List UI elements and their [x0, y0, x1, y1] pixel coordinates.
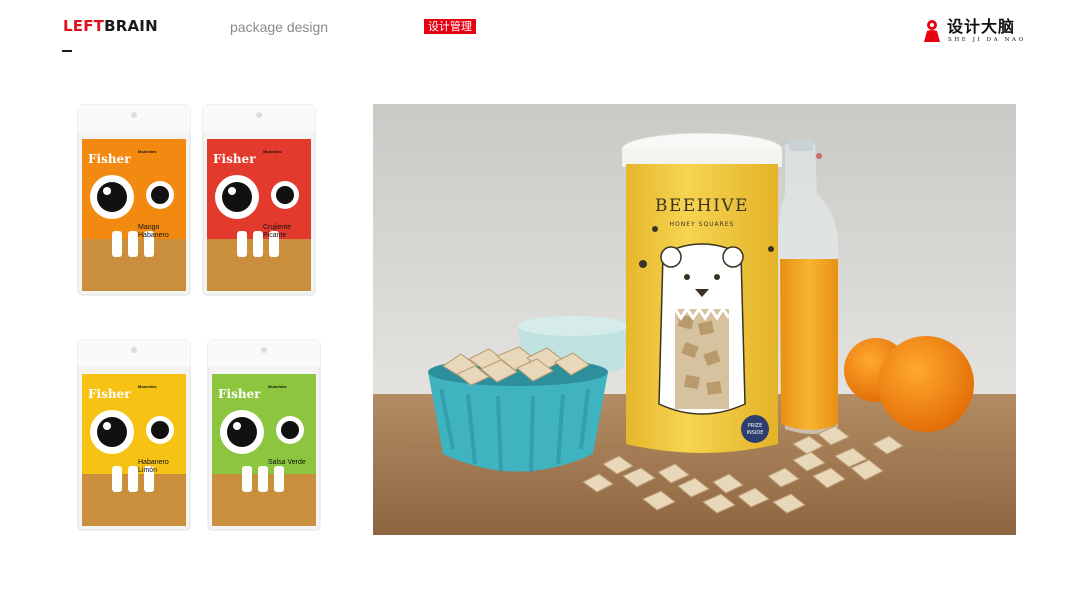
snack-bag: Fisher Munchies HabaneroLimón	[77, 339, 191, 531]
bag-flavor-1: Salsa Verde	[268, 459, 306, 466]
bag-flavor-2: Limón	[138, 467, 157, 474]
brand-underline	[62, 50, 72, 52]
bag-flavor-1: Mango	[138, 224, 160, 231]
bag-flavor-1: Habanero	[138, 459, 169, 466]
snack-bag: Fisher Munchies CrujientePicante	[202, 104, 316, 296]
bag-flavor-1: Crujiente	[263, 224, 291, 231]
bag-brand: Fisher	[88, 152, 131, 166]
snack-bag: Fisher Munchies MangoHabanero	[77, 104, 191, 296]
beehive-title: BEEHIVE	[655, 196, 749, 216]
page-subtitle: package design	[230, 19, 329, 35]
logo-text: 设计大脑	[947, 17, 1016, 36]
logo-subtext: SHE JI DA NAO	[948, 37, 1026, 43]
bag-brand: Fisher	[218, 387, 261, 401]
snack-bags-photo: FisherMunchiesMangoHabanero FisherMunchi…	[70, 100, 332, 536]
bag-brand: Fisher	[213, 152, 256, 166]
badge-line2: INSIDE	[747, 430, 764, 436]
beehive-sub: HONEY SQUARES	[670, 221, 735, 228]
bag-munchies: Munchies	[263, 149, 282, 154]
brand-right: BRAIN	[104, 17, 158, 35]
brand-logo: LEFTBRAIN	[63, 17, 158, 35]
brain-person-icon	[924, 20, 940, 42]
badge-line1: PRIZE	[748, 423, 763, 429]
bag-munchies: Munchies	[268, 384, 287, 389]
snack-bag: Fisher Munchies Salsa Verde	[207, 339, 321, 531]
bag-brand: Fisher	[88, 387, 131, 401]
brand-left: LEFT	[63, 17, 105, 35]
slide: LEFTBRAIN package design 设计管理 设计大脑 SHE J…	[0, 0, 1080, 607]
shejidanao-logo: 设计大脑 SHE JI DA NAO	[922, 18, 1032, 46]
beehive-package-photo: BEEHIVE HONEY SQUARES PRIZE INSIDE	[373, 104, 1016, 535]
category-tag: 设计管理	[424, 19, 476, 34]
bag-flavor-2: Picante	[263, 232, 286, 239]
bag-munchies: Munchies	[138, 149, 157, 154]
bag-flavor-2: Habanero	[138, 232, 169, 239]
bag-munchies: Munchies	[138, 384, 157, 389]
